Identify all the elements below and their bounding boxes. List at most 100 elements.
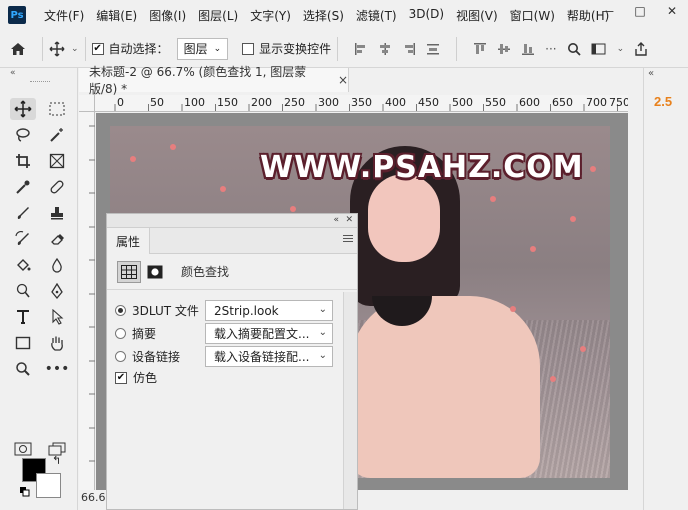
menu-type[interactable]: 文字(Y) xyxy=(244,7,297,24)
option-abstract[interactable]: 摘要 xyxy=(115,325,156,342)
menu-image[interactable]: 图像(I) xyxy=(143,7,192,24)
auto-select-dropdown[interactable]: 图层 ⌄ xyxy=(176,37,229,60)
screen-mode-button[interactable] xyxy=(44,438,70,460)
more-tools-button[interactable]: ••• xyxy=(44,358,70,380)
close-window-button[interactable]: ✕ xyxy=(656,0,688,22)
pen-tool[interactable] xyxy=(44,280,70,302)
align-bottom-icon[interactable] xyxy=(521,42,535,56)
panel-tabs: 属性 xyxy=(107,228,357,254)
ruler-label: 600 xyxy=(519,96,540,109)
background-color-swatch[interactable] xyxy=(36,473,61,498)
crop-tool[interactable] xyxy=(10,150,36,172)
blur-tool[interactable] xyxy=(44,254,70,276)
workspace-chevron-icon[interactable]: ⌄ xyxy=(617,44,625,54)
show-transform-checkbox[interactable] xyxy=(242,42,255,55)
minimize-button[interactable]: — xyxy=(592,0,624,22)
eraser-tool[interactable] xyxy=(44,228,70,250)
option-3dlut[interactable]: 3DLUT 文件 xyxy=(115,302,199,319)
hand-tool[interactable] xyxy=(44,332,70,354)
dodge-tool[interactable] xyxy=(10,280,36,302)
flower xyxy=(530,246,536,252)
layer-mask-button[interactable] xyxy=(143,261,167,283)
watermark-text: WWW.PSAHZ.COM xyxy=(260,150,584,185)
preset-chevron-down-icon[interactable]: ⌄ xyxy=(71,44,79,54)
menu-select[interactable]: 选择(S) xyxy=(297,7,350,24)
radio-3dlut[interactable] xyxy=(115,305,126,316)
label-dither: 仿色 xyxy=(133,371,158,385)
restore-button[interactable]: □ xyxy=(624,0,656,22)
menu-window[interactable]: 窗口(W) xyxy=(504,7,561,24)
menu-3d[interactable]: 3D(D) xyxy=(403,7,450,24)
share-icon[interactable] xyxy=(634,41,648,56)
type-tool[interactable] xyxy=(10,306,36,328)
close-panel-icon[interactable]: ✕ xyxy=(345,215,353,225)
expand-panels-icon[interactable]: « xyxy=(648,68,654,79)
ruler-label: 750 xyxy=(609,96,628,109)
dropdown-3dlut[interactable]: 2Strip.look ⌄ xyxy=(205,300,333,321)
dropdown-device-link[interactable]: 载入设备链接配... ⌄ xyxy=(205,346,333,367)
align-left-icon[interactable] xyxy=(354,42,368,56)
menu-filter[interactable]: 滤镜(T) xyxy=(350,7,403,24)
panel-menu-icon[interactable] xyxy=(343,235,353,244)
home-icon xyxy=(11,42,25,55)
label-3dlut: 3DLUT 文件 xyxy=(132,304,199,318)
panel-header[interactable]: « ✕ xyxy=(107,214,357,228)
dropdown-abstract[interactable]: 载入摘要配置文... ⌄ xyxy=(205,323,333,344)
main-menu: 文件(F) 编辑(E) 图像(I) 图层(L) 文字(Y) 选择(S) 滤镜(T… xyxy=(38,7,615,24)
workspace-icon[interactable] xyxy=(591,42,607,56)
menu-layer[interactable]: 图层(L) xyxy=(192,7,244,24)
brush-tool[interactable] xyxy=(10,202,36,224)
lasso-tool[interactable] xyxy=(10,124,36,146)
zoom-tool[interactable] xyxy=(10,358,36,380)
home-button[interactable] xyxy=(0,30,36,68)
move-tool[interactable] xyxy=(10,98,36,120)
zoom-icon xyxy=(16,362,30,376)
align-middle-v-icon[interactable] xyxy=(497,42,511,56)
align-center-h-icon[interactable] xyxy=(378,42,392,56)
divider xyxy=(456,36,458,61)
eyedropper-tool[interactable] xyxy=(10,176,36,198)
healing-brush-tool[interactable] xyxy=(44,176,70,198)
panel-scrollbar[interactable] xyxy=(343,292,357,509)
align-right-icon[interactable] xyxy=(402,42,416,56)
stamp-tool[interactable] xyxy=(44,202,70,224)
adjustment-layer-button[interactable] xyxy=(117,260,141,283)
flower xyxy=(590,166,596,172)
option-dither[interactable]: ✔ 仿色 xyxy=(115,369,157,386)
menu-bar: Ps 文件(F) 编辑(E) 图像(I) 图层(L) 文字(Y) 选择(S) 滤… xyxy=(0,0,688,30)
document-tab[interactable]: 未标题-2 @ 66.7% (颜色查找 1, 图层蒙版/8) * × xyxy=(79,65,349,96)
distribute-vertical-icon[interactable] xyxy=(426,42,440,56)
option-device-link[interactable]: 设备链接 xyxy=(115,348,180,365)
search-icon[interactable] xyxy=(567,42,581,56)
vertical-ruler[interactable] xyxy=(79,112,95,490)
close-document-icon[interactable]: × xyxy=(338,73,348,87)
radio-device-link[interactable] xyxy=(115,351,126,362)
quick-mask-button[interactable] xyxy=(10,438,36,460)
path-selection-tool[interactable] xyxy=(44,306,70,328)
ruler-origin[interactable] xyxy=(79,95,95,112)
marquee-tool[interactable] xyxy=(44,98,70,120)
tab-properties[interactable]: 属性 xyxy=(107,228,151,254)
frame-tool[interactable] xyxy=(44,150,70,172)
dither-checkbox[interactable]: ✔ xyxy=(115,371,127,384)
move-tool-preset-icon[interactable] xyxy=(49,41,67,57)
grip-handle[interactable] xyxy=(30,81,50,83)
horizontal-ruler[interactable]: 0 50 100 150 200 250 300 350 400 450 500… xyxy=(95,95,628,112)
collapse-panel-icon[interactable]: « xyxy=(333,215,339,225)
rectangle-tool[interactable] xyxy=(10,332,36,354)
adjustment-title: 颜色查找 xyxy=(181,265,230,279)
history-brush-tool[interactable] xyxy=(10,228,36,250)
paint-bucket-tool[interactable] xyxy=(10,254,36,276)
menu-edit[interactable]: 编辑(E) xyxy=(90,7,143,24)
magic-wand-tool[interactable] xyxy=(44,124,70,146)
collapse-left-icon[interactable]: « xyxy=(10,68,16,78)
default-colors-icon[interactable] xyxy=(20,486,30,497)
auto-select-checkbox[interactable]: ✔ xyxy=(91,42,104,55)
menu-view[interactable]: 视图(V) xyxy=(450,7,504,24)
hand-icon xyxy=(51,336,63,351)
radio-abstract[interactable] xyxy=(115,328,126,339)
align-top-icon[interactable] xyxy=(473,42,487,56)
menu-file[interactable]: 文件(F) xyxy=(38,7,90,24)
more-options-icon[interactable]: ··· xyxy=(545,42,556,56)
screen-mode-icon xyxy=(48,442,66,456)
